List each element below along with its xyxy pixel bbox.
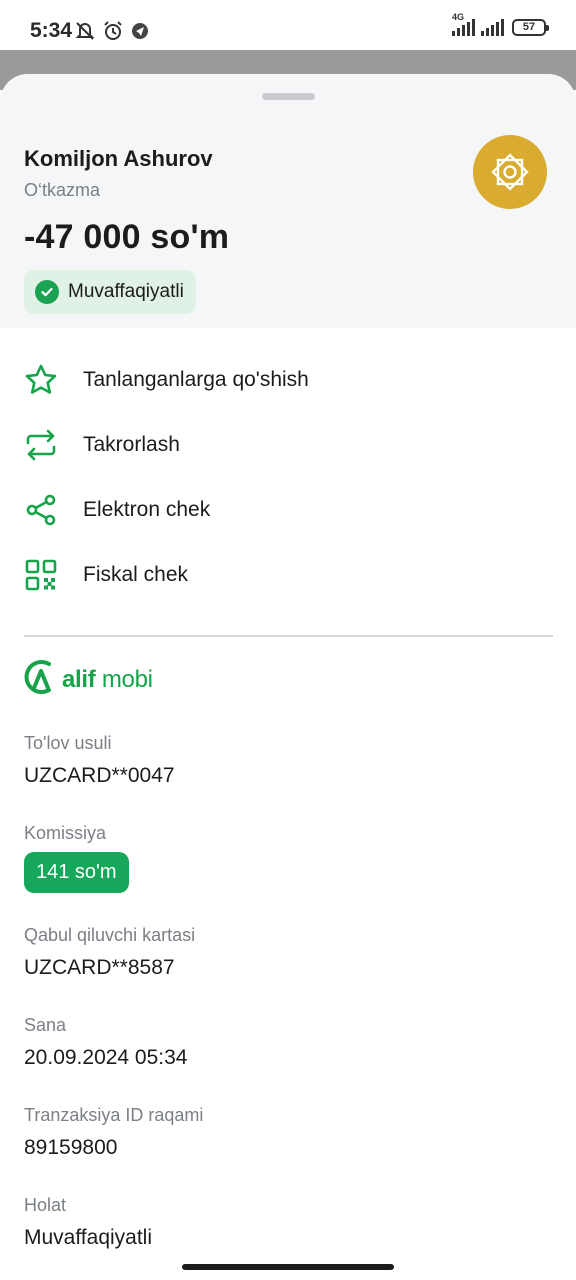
home-indicator[interactable] xyxy=(182,1264,394,1270)
divider xyxy=(24,635,553,637)
battery-icon: 57 xyxy=(512,18,549,36)
ornament-logo-icon xyxy=(473,135,547,209)
status-badge: Muvaffaqiyatli xyxy=(24,270,196,314)
repeat-label: Takrorlash xyxy=(83,433,180,456)
network-type: 4G xyxy=(452,12,465,22)
qr-code-icon xyxy=(24,558,58,592)
signal-icon-2 xyxy=(481,18,504,36)
fiscal-receipt-button[interactable]: Fiskal chek xyxy=(0,547,576,603)
transaction-kind: O‘tkazma xyxy=(24,180,101,200)
add-to-favorites-button[interactable]: Tanlanganlarga qo'shish xyxy=(0,352,576,408)
share-icon xyxy=(24,493,58,527)
transaction-id-label: Tranzaksiya ID raqami xyxy=(24,1105,204,1125)
star-icon xyxy=(24,363,58,397)
mute-icon xyxy=(74,20,96,47)
fiscal-receipt-label: Fiskal chek xyxy=(83,563,189,586)
brand-name-rest: mobi xyxy=(95,665,153,693)
add-to-favorites-label: Tanlanganlarga qo'shish xyxy=(83,368,309,391)
transaction-amount: -47 000 so'm xyxy=(24,218,230,256)
repeat-icon xyxy=(24,428,58,462)
transaction-sheet: Komiljon Ashurov O‘tkazma -47 000 so'm M… xyxy=(0,74,576,1280)
payment-method-value: UZCARD**0047 xyxy=(24,764,175,787)
date-label: Sana xyxy=(24,1015,67,1035)
electronic-receipt-button[interactable]: Elektron chek xyxy=(0,482,576,538)
payment-method-label: To'lov usuli xyxy=(24,733,112,753)
drag-handle[interactable] xyxy=(262,93,315,100)
status-icons xyxy=(74,20,150,47)
commission-badge: 141 so'm xyxy=(24,852,129,893)
payee-name: Komiljon Ashurov xyxy=(24,146,213,171)
state-label: Holat xyxy=(24,1195,67,1215)
alarm-icon xyxy=(102,20,124,47)
date-value: 20.09.2024 05:34 xyxy=(24,1046,188,1069)
check-icon xyxy=(35,280,59,304)
recipient-card-label: Qabul qiluvchi kartasi xyxy=(24,925,196,945)
signal-icons: 4G xyxy=(452,12,504,36)
recipient-card-value: UZCARD**8587 xyxy=(24,956,175,979)
brand-name: alif mobi xyxy=(62,666,153,694)
brand-logo: alif mobi xyxy=(23,658,153,701)
state-value: Muvaffaqiyatli xyxy=(24,1226,153,1249)
repeat-button[interactable]: Takrorlash xyxy=(0,417,576,473)
status-badge-label: Muvaffaqiyatli xyxy=(68,281,184,302)
alif-logo-icon xyxy=(23,658,57,701)
transaction-header: Komiljon Ashurov O‘tkazma -47 000 so'm M… xyxy=(0,74,576,328)
status-right: 4G 57 xyxy=(452,12,549,36)
app-notification-icon xyxy=(130,21,150,46)
commission-label: Komissiya xyxy=(24,823,107,843)
brand-name-bold: alif xyxy=(62,665,96,693)
electronic-receipt-label: Elektron chek xyxy=(83,498,211,521)
transaction-id-value: 89159800 xyxy=(24,1136,118,1159)
status-time: 5:34 xyxy=(30,19,73,42)
